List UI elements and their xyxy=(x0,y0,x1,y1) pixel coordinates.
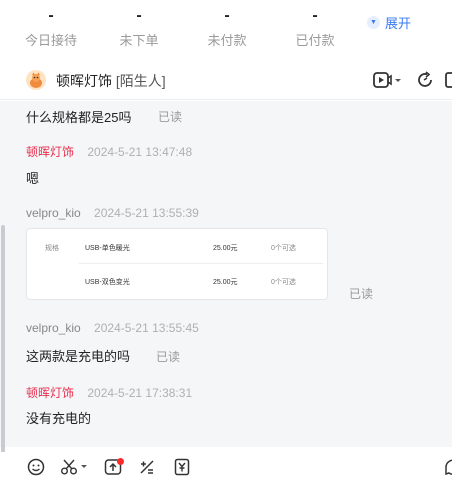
variant-name: USB-双色变光 xyxy=(85,279,130,286)
variant-name: USB-单色暖光 xyxy=(85,245,130,252)
message-meta: 顿晖灯饰 2024-5-21 13:47:48 xyxy=(26,143,192,160)
read-status: 已读 xyxy=(349,287,374,301)
timestamp: 2024-5-21 17:38:31 xyxy=(87,386,193,400)
timestamp: 2024-5-21 13:55:45 xyxy=(94,321,199,335)
product-card[interactable]: 规格 USB-单色暖光 25.00元 0个可选 USB-双色变光 25.00元 … xyxy=(26,228,328,300)
message-meta: velpro_kio 2024-5-21 13:55:45 xyxy=(26,321,199,335)
stat-value: - xyxy=(136,7,142,24)
shop-name: 顿晖灯饰 xyxy=(56,73,112,89)
variant-qty: 0个可选 xyxy=(271,279,296,286)
chat-header: 顿晖灯饰 [陌生人] xyxy=(0,60,452,100)
sender-name: velpro_kio xyxy=(26,206,81,220)
video-icon[interactable] xyxy=(372,70,402,90)
input-toolbar xyxy=(0,452,452,481)
variant-price: 25.00元 xyxy=(213,279,238,286)
read-status: 已读 xyxy=(158,110,183,124)
refresh-icon[interactable] xyxy=(415,70,435,90)
read-status: 已读 xyxy=(156,350,181,364)
message-meta: 顿晖灯饰 2024-5-21 17:38:31 xyxy=(26,384,192,401)
more-icon[interactable] xyxy=(444,70,452,90)
chevron-down-icon: ▼ xyxy=(367,16,380,29)
scrollbar[interactable] xyxy=(1,225,5,453)
stats-bar: - 今日接待 - 未下单 - 未付款 - 已付款 ▼ 展开 xyxy=(0,0,452,56)
stat-unpaid[interactable]: - 未付款 xyxy=(192,6,262,49)
stat-value: - xyxy=(312,7,318,24)
message-text: 什么规格都是25吗 xyxy=(26,110,132,125)
sender-name: velpro_kio xyxy=(26,321,81,335)
stat-label: 已付款 xyxy=(295,33,335,48)
message-meta: velpro_kio 2024-5-21 13:55:39 xyxy=(26,206,199,220)
sender-name: 顿晖灯饰 xyxy=(26,386,75,400)
card-row: USB-双色变光 25.00元 0个可选 xyxy=(27,265,327,297)
message-text: 没有充电的 xyxy=(26,411,92,426)
notification-dot xyxy=(117,458,124,465)
emoji-icon[interactable] xyxy=(27,458,45,476)
stat-value: - xyxy=(224,7,230,24)
message-text: 嗯 xyxy=(26,171,40,186)
stat-paid[interactable]: - 已付款 xyxy=(280,6,350,49)
stranger-tag: [陌生人] xyxy=(115,73,166,89)
calculator-icon[interactable] xyxy=(138,458,156,476)
chat-icon[interactable] xyxy=(444,458,452,476)
sender-name: 顿晖灯饰 xyxy=(26,145,75,159)
expand-button[interactable]: ▼ 展开 xyxy=(367,13,411,32)
stat-today-reception[interactable]: - 今日接待 xyxy=(16,6,86,49)
timestamp: 2024-5-21 13:55:39 xyxy=(94,206,199,220)
avatar-icon xyxy=(26,70,46,90)
stat-not-ordered[interactable]: - 未下单 xyxy=(104,6,174,49)
scissors-icon[interactable] xyxy=(60,458,88,476)
variant-price: 25.00元 xyxy=(213,245,238,252)
stat-label: 未付款 xyxy=(207,33,247,48)
spec-label: 规格 xyxy=(45,245,59,252)
variant-qty: 0个可选 xyxy=(271,245,296,252)
card-row: 规格 USB-单色暖光 25.00元 0个可选 xyxy=(27,231,327,263)
divider xyxy=(79,263,323,264)
chat-title: 顿晖灯饰 [陌生人] xyxy=(56,71,166,91)
stat-label: 未下单 xyxy=(119,33,159,48)
stat-value: - xyxy=(48,7,54,24)
expand-label: 展开 xyxy=(385,16,412,31)
stat-label: 今日接待 xyxy=(24,33,77,48)
message-text: 这两款是充电的吗 xyxy=(26,349,131,364)
timestamp: 2024-5-21 13:47:48 xyxy=(87,145,193,159)
coupon-icon[interactable] xyxy=(173,458,191,476)
avatar[interactable] xyxy=(26,70,46,90)
